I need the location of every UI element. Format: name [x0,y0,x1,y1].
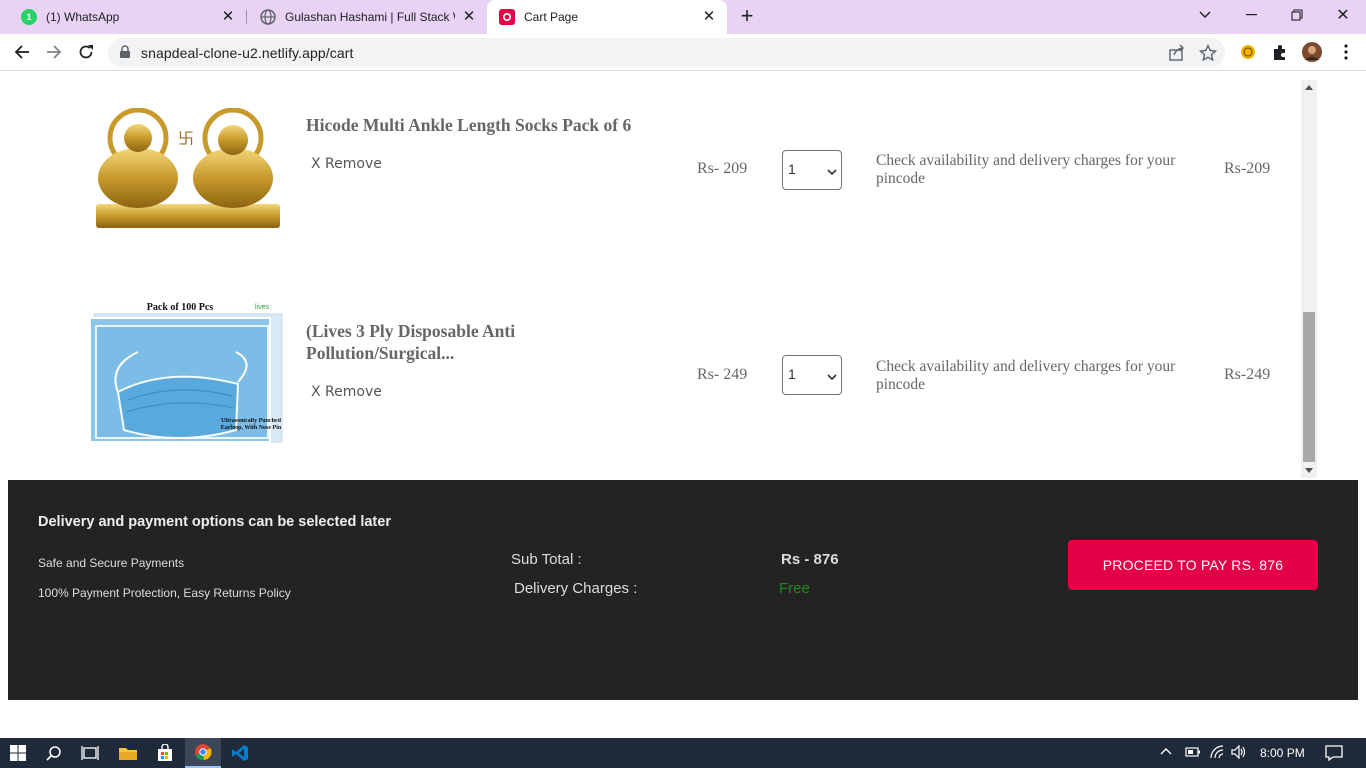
quantity-value: 1 [788,161,796,177]
scroll-down-icon[interactable] [1305,468,1313,473]
search-icon[interactable] [36,738,72,768]
golden-idols-image: 卐 [88,107,284,232]
tab-title: Cart Page [524,10,579,24]
page-viewport: 卐 Hicode Multi Ankle Length Socks Pack o… [0,72,1366,738]
item-price: Rs- 209 [697,160,748,177]
mask-pack-caption: Pack of 100 Pcs [147,302,213,313]
item-total: Rs-249 [1224,366,1271,383]
tab-portfolio[interactable]: Gulashan Hashami | Full Stack We ✕ [247,0,487,34]
forward-icon[interactable] [42,40,66,64]
notification-icon[interactable] [1325,745,1343,764]
share-icon[interactable] [1168,44,1186,62]
footer-heading: Delivery and payment options can be sele… [38,514,391,530]
vscode-icon[interactable] [222,738,258,768]
availability-text: Check availability and delivery charges … [876,152,1176,187]
mask-brand-logo: lives [255,304,270,311]
lock-icon [119,45,131,64]
subtotal-label: Sub Total : [511,551,582,568]
globe-icon [260,9,276,25]
cart-item-name[interactable]: Hicode Multi Ankle Length Socks Pack of … [306,114,666,136]
task-view-icon[interactable] [72,738,108,768]
profile-avatar[interactable] [1302,42,1322,62]
footer-secure-text: Safe and Secure Payments [38,556,185,570]
scroll-up-icon[interactable] [1305,85,1313,90]
tab-search-icon[interactable] [1182,0,1228,30]
mask-feature-caption: Ultrasonically Punched Earloop, With Nos… [220,418,282,431]
subtotal-value: Rs - 876 [781,551,839,568]
close-icon[interactable]: ✕ [220,9,236,25]
url-text: snapdeal-clone-u2.netlify.app/cart [141,45,354,61]
back-icon[interactable] [10,40,34,64]
cart-scrollbar[interactable] [1301,80,1317,478]
tab-title: Gulashan Hashami | Full Stack We [285,10,455,24]
face-mask-pack-image: Pack of 100 Pcs lives Ultrasonically Pun… [88,296,284,448]
file-explorer-icon[interactable] [110,738,146,768]
tray-chevron-up-icon[interactable] [1160,745,1172,759]
window-close-icon[interactable]: ✕ [1320,0,1366,30]
battery-icon[interactable] [1183,745,1201,762]
wifi-icon[interactable] [1209,745,1225,762]
windows-start-icon[interactable] [0,738,36,768]
browser-tab-strip: 1 (1) WhatsApp ✕ Gulashan Hashami | Full… [0,0,1366,34]
svg-text:卐: 卐 [178,129,194,148]
chevron-down-icon [827,368,837,384]
proceed-to-pay-button[interactable]: PROCEED TO PAY RS. 876 [1068,540,1318,590]
close-icon[interactable]: ✕ [461,9,477,25]
extensions-puzzle-icon[interactable] [1270,42,1290,62]
extension-coin-icon[interactable] [1238,42,1258,62]
tab-cart-page[interactable]: Cart Page ✕ [487,0,727,34]
remove-item-button[interactable]: X Remove [311,156,382,172]
menu-kebab-icon[interactable] [1336,42,1356,62]
quantity-value: 1 [788,366,796,382]
close-icon[interactable]: ✕ [701,9,717,25]
quantity-select[interactable]: 1 [782,355,842,395]
checkout-footer: Delivery and payment options can be sele… [8,480,1358,700]
delivery-charges-value: Free [779,580,810,597]
chrome-icon[interactable] [185,738,221,768]
new-tab-button[interactable]: + [736,5,758,28]
windows-taskbar: 8:00 PM [0,738,1366,768]
browser-toolbar: snapdeal-clone-u2.netlify.app/cart [0,34,1366,71]
item-total: Rs-209 [1224,160,1271,177]
tab-whatsapp[interactable]: 1 (1) WhatsApp ✕ [0,0,246,34]
snapdeal-icon [499,9,515,25]
remove-item-button[interactable]: X Remove [311,384,382,400]
minimize-icon[interactable] [1228,0,1274,30]
tab-title: (1) WhatsApp [46,10,120,24]
scrollbar-thumb[interactable] [1303,312,1315,462]
cart-item-name[interactable]: (Lives 3 Ply Disposable Anti Pollution/S… [306,320,566,364]
availability-text: Check availability and delivery charges … [876,358,1176,393]
address-bar[interactable]: snapdeal-clone-u2.netlify.app/cart [108,38,1225,67]
restore-icon[interactable] [1274,0,1320,30]
reload-icon[interactable] [74,40,98,64]
chevron-down-icon [827,163,837,179]
store-icon[interactable] [147,738,183,768]
footer-protection-text: 100% Payment Protection, Easy Returns Po… [38,586,291,600]
delivery-charges-label: Delivery Charges : [514,580,638,597]
taskbar-clock[interactable]: 8:00 PM [1260,746,1305,760]
quantity-select[interactable]: 1 [782,150,842,190]
whatsapp-icon: 1 [21,9,37,25]
volume-icon[interactable] [1231,744,1247,762]
bookmark-star-icon[interactable] [1198,43,1218,62]
item-price: Rs- 249 [697,366,748,383]
